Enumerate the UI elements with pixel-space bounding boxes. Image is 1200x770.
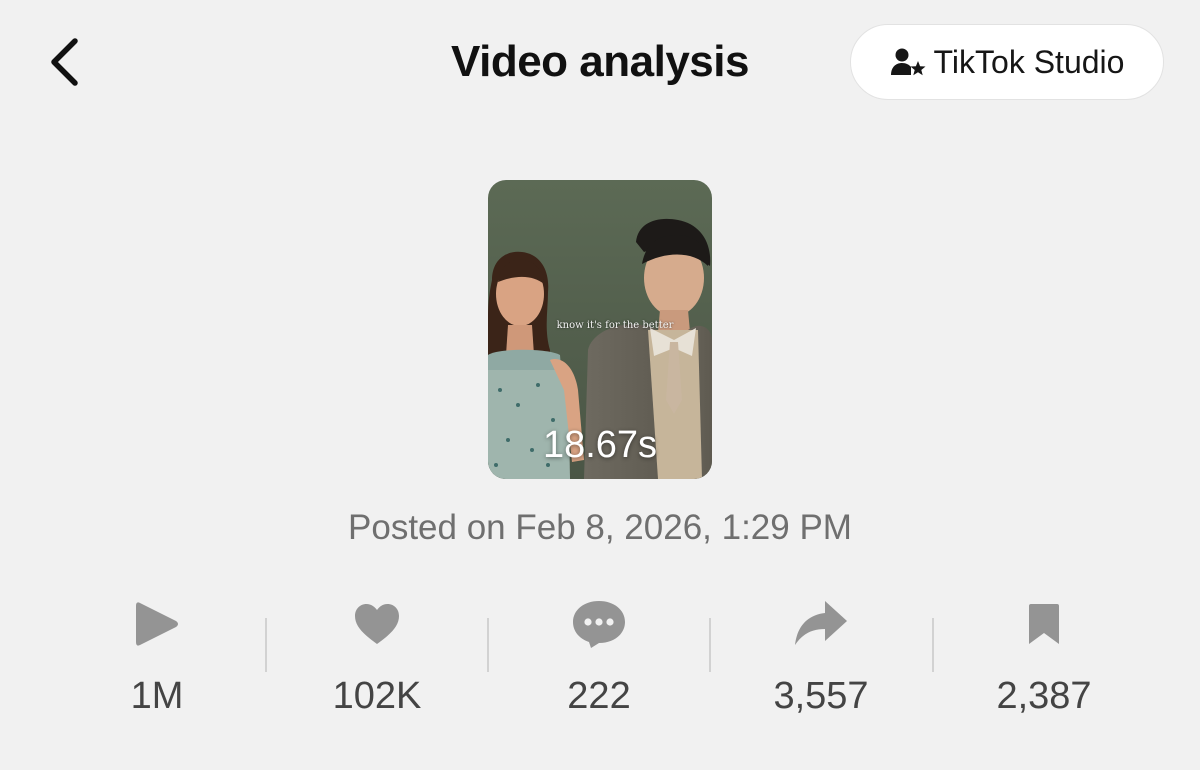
views-count: 1M <box>130 675 184 717</box>
share-icon <box>795 601 847 645</box>
saves-count: 2,387 <box>996 675 1092 717</box>
play-icon <box>136 602 178 646</box>
video-caption-overlay: know it's for the better <box>556 320 674 331</box>
video-duration: 18.67s <box>542 424 658 466</box>
posted-date: Posted on Feb 8, 2026, 1:29 PM <box>348 508 852 547</box>
stat-shares[interactable]: 3,557 <box>711 590 931 730</box>
comments-count: 222 <box>567 675 631 717</box>
tiktok-studio-button[interactable]: TikTok Studio <box>850 24 1164 100</box>
likes-count: 102K <box>332 675 422 717</box>
user-star-icon <box>890 48 926 76</box>
bookmark-icon <box>1029 604 1059 644</box>
heart-icon <box>355 604 399 644</box>
stat-views[interactable]: 1M <box>47 590 267 730</box>
video-thumbnail[interactable]: know it's for the better 18.67s <box>488 180 712 479</box>
comment-icon <box>573 601 625 648</box>
stat-comments[interactable]: 222 <box>489 590 709 730</box>
tiktok-studio-label: TikTok Studio <box>933 44 1125 80</box>
stat-saves[interactable]: 2,387 <box>934 590 1154 730</box>
shares-count: 3,557 <box>773 675 869 717</box>
stat-likes[interactable]: 102K <box>267 590 487 730</box>
